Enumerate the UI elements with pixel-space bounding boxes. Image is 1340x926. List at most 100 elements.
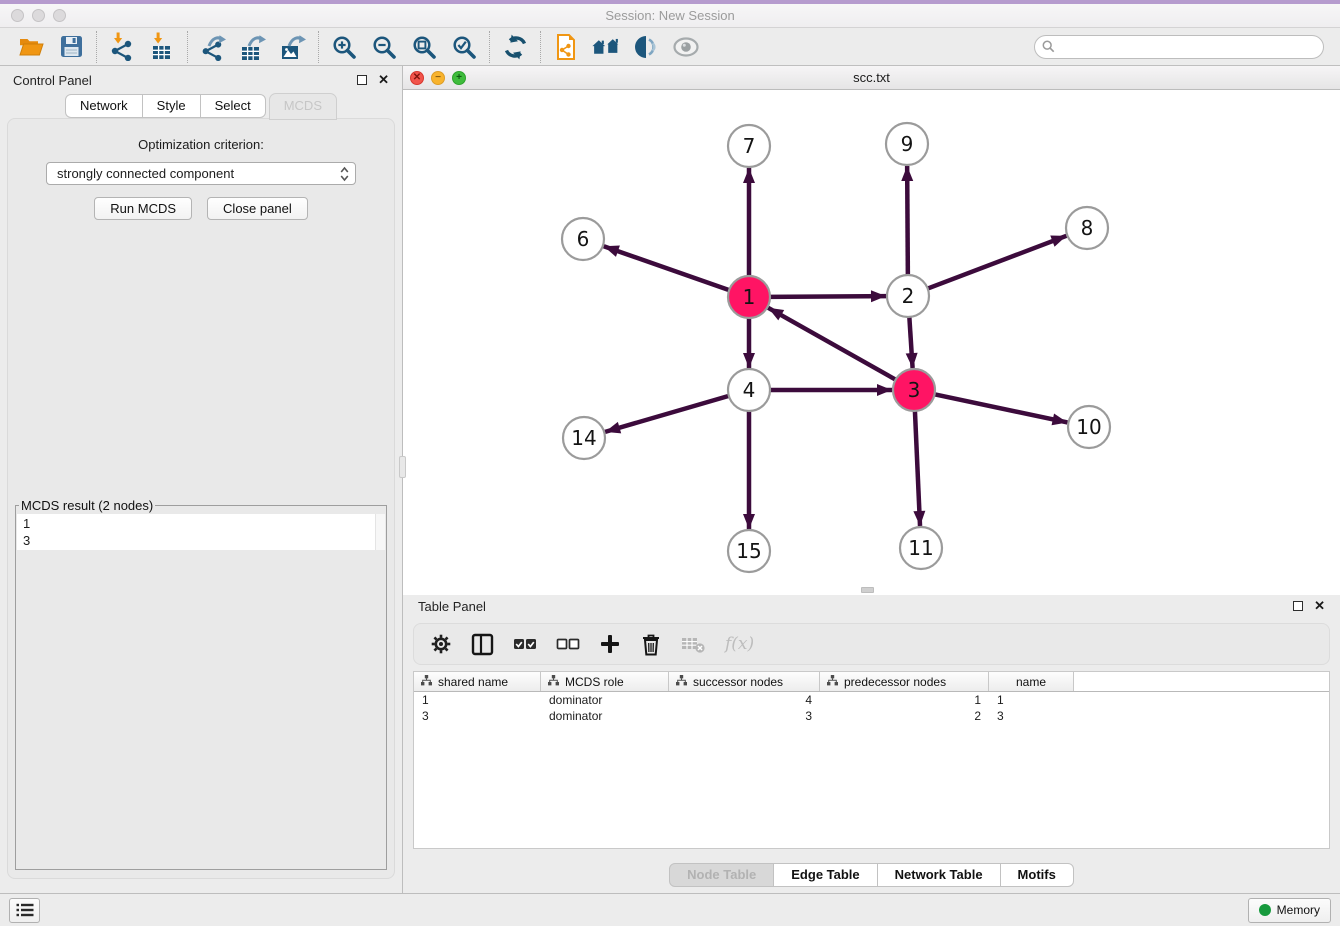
float-table-panel-icon[interactable] [1293, 601, 1303, 611]
tab-motifs[interactable]: Motifs [1000, 863, 1074, 887]
graph-edge-2-3[interactable] [909, 317, 912, 368]
toolbar-group [541, 33, 711, 61]
export-table-icon[interactable] [239, 33, 267, 61]
graph-edge-3-1[interactable] [768, 308, 896, 380]
graph-node-2[interactable]: 2 [887, 275, 929, 317]
column-header-shared-name[interactable]: shared name [414, 672, 541, 691]
network-minimize-icon[interactable]: − [431, 71, 445, 85]
panel-divider-grip[interactable] [399, 456, 406, 478]
close-panel-icon[interactable]: ✕ [378, 75, 389, 85]
graph-edge-2-8[interactable] [928, 236, 1067, 289]
graph-node-15[interactable]: 15 [728, 530, 770, 572]
run-mcds-button[interactable]: Run MCDS [94, 197, 192, 220]
graph-node-3[interactable]: 3 [893, 369, 935, 411]
column-header-label: predecessor nodes [844, 675, 946, 689]
column-header-successor-nodes[interactable]: successor nodes [669, 672, 820, 691]
zoom-fit-icon[interactable] [410, 33, 438, 61]
svg-text:14: 14 [571, 426, 596, 450]
control-panel-header: Control Panel ✕ [0, 66, 402, 94]
network-close-icon[interactable]: ✕ [410, 71, 424, 85]
network-graph[interactable]: 7 9 6 8 1 2 4 3 14 10 15 11 [403, 90, 1339, 592]
network-canvas[interactable]: 7 9 6 8 1 2 4 3 14 10 15 11 [403, 90, 1340, 595]
tab-mcds[interactable]: MCDS [269, 93, 337, 120]
refresh-network-icon[interactable] [501, 33, 529, 61]
os-titlebar: Session: New Session [0, 4, 1340, 28]
graph-node-10[interactable]: 10 [1068, 406, 1110, 448]
graph-node-11[interactable]: 11 [900, 527, 942, 569]
status-bar: Memory [0, 893, 1340, 926]
cell-name[interactable]: 3 [989, 709, 1074, 723]
tab-edge-table[interactable]: Edge Table [773, 863, 877, 887]
settings-gear-icon[interactable] [430, 632, 452, 656]
column-header-predecessor-nodes[interactable]: predecessor nodes [820, 672, 989, 691]
graph-node-8[interactable]: 8 [1066, 207, 1108, 249]
zoom-out-icon[interactable] [370, 33, 398, 61]
close-panel-button[interactable]: Close panel [207, 197, 308, 220]
graph-edge-2-9[interactable] [907, 166, 908, 275]
column-header-label: successor nodes [693, 675, 783, 689]
tab-network-table[interactable]: Network Table [877, 863, 1001, 887]
graph-node-14[interactable]: 14 [563, 417, 605, 459]
select-all-columns-icon[interactable] [513, 632, 537, 656]
canvas-resize-grip[interactable] [861, 587, 874, 593]
import-table-icon[interactable] [148, 33, 176, 61]
task-history-button[interactable] [9, 898, 40, 923]
zoom-in-icon[interactable] [330, 33, 358, 61]
table-row[interactable]: 3dominator323 [414, 708, 1329, 724]
graph-edge-3-11[interactable] [915, 411, 920, 526]
graph-node-6[interactable]: 6 [562, 218, 604, 260]
deselect-all-columns-icon[interactable] [556, 632, 580, 656]
float-panel-icon[interactable] [357, 75, 367, 85]
add-column-icon[interactable] [599, 632, 621, 656]
svg-text:1: 1 [743, 285, 756, 309]
graph-node-7[interactable]: 7 [728, 125, 770, 167]
export-image-icon[interactable] [279, 33, 307, 61]
toolbar-group [319, 33, 489, 61]
result-scrollbar[interactable] [375, 514, 385, 550]
graph-node-1[interactable]: 1 [728, 276, 770, 318]
zoom-selected-icon[interactable] [450, 33, 478, 61]
table-row[interactable]: 1dominator411 [414, 692, 1329, 708]
save-session-icon[interactable] [57, 33, 85, 61]
cell-predecessor-nodes[interactable]: 2 [820, 709, 989, 723]
tab-style[interactable]: Style [142, 94, 201, 118]
close-table-panel-icon[interactable]: ✕ [1314, 601, 1325, 611]
tab-select[interactable]: Select [200, 94, 266, 118]
mcds-tab-content: Optimization criterion: strongly connect… [7, 118, 395, 879]
clone-network-icon[interactable] [552, 33, 580, 61]
network-maximize-icon[interactable]: + [452, 71, 466, 85]
open-file-icon[interactable] [17, 33, 45, 61]
graph-node-4[interactable]: 4 [728, 369, 770, 411]
column-header-MCDS-role[interactable]: MCDS role [541, 672, 669, 691]
export-network-icon[interactable] [199, 33, 227, 61]
graph-node-9[interactable]: 9 [886, 123, 928, 165]
cell-MCDS-role[interactable]: dominator [541, 693, 669, 707]
delete-columns-icon[interactable] [640, 632, 662, 656]
cell-successor-nodes[interactable]: 4 [669, 693, 820, 707]
function-builder-label: f(x) [725, 634, 754, 654]
import-network-icon[interactable] [108, 33, 136, 61]
column-header-name[interactable]: name [989, 672, 1074, 691]
graph-edge-1-6[interactable] [604, 246, 729, 290]
memory-button-label: Memory [1277, 903, 1320, 917]
graphics-details-icon[interactable] [632, 33, 660, 61]
tab-network[interactable]: Network [65, 94, 143, 118]
graph-edge-4-14[interactable] [605, 396, 729, 432]
cell-MCDS-role[interactable]: dominator [541, 709, 669, 723]
toolbar-group [97, 33, 187, 61]
mcds-result-list[interactable]: 13 [17, 514, 385, 550]
tab-node-table[interactable]: Node Table [669, 863, 774, 887]
cell-shared-name[interactable]: 3 [414, 709, 541, 723]
cell-predecessor-nodes[interactable]: 1 [820, 693, 989, 707]
column-visibility-icon[interactable] [471, 632, 494, 656]
home-icon[interactable] [592, 33, 620, 61]
search-input[interactable] [1034, 35, 1324, 59]
memory-button[interactable]: Memory [1248, 898, 1331, 923]
table-toolbar: f(x) [413, 623, 1330, 665]
criterion-select[interactable]: strongly connected component [46, 162, 356, 185]
cell-name[interactable]: 1 [989, 693, 1074, 707]
graph-edge-3-10[interactable] [935, 394, 1068, 422]
graph-edge-1-2[interactable] [770, 296, 886, 297]
cell-successor-nodes[interactable]: 3 [669, 709, 820, 723]
cell-shared-name[interactable]: 1 [414, 693, 541, 707]
